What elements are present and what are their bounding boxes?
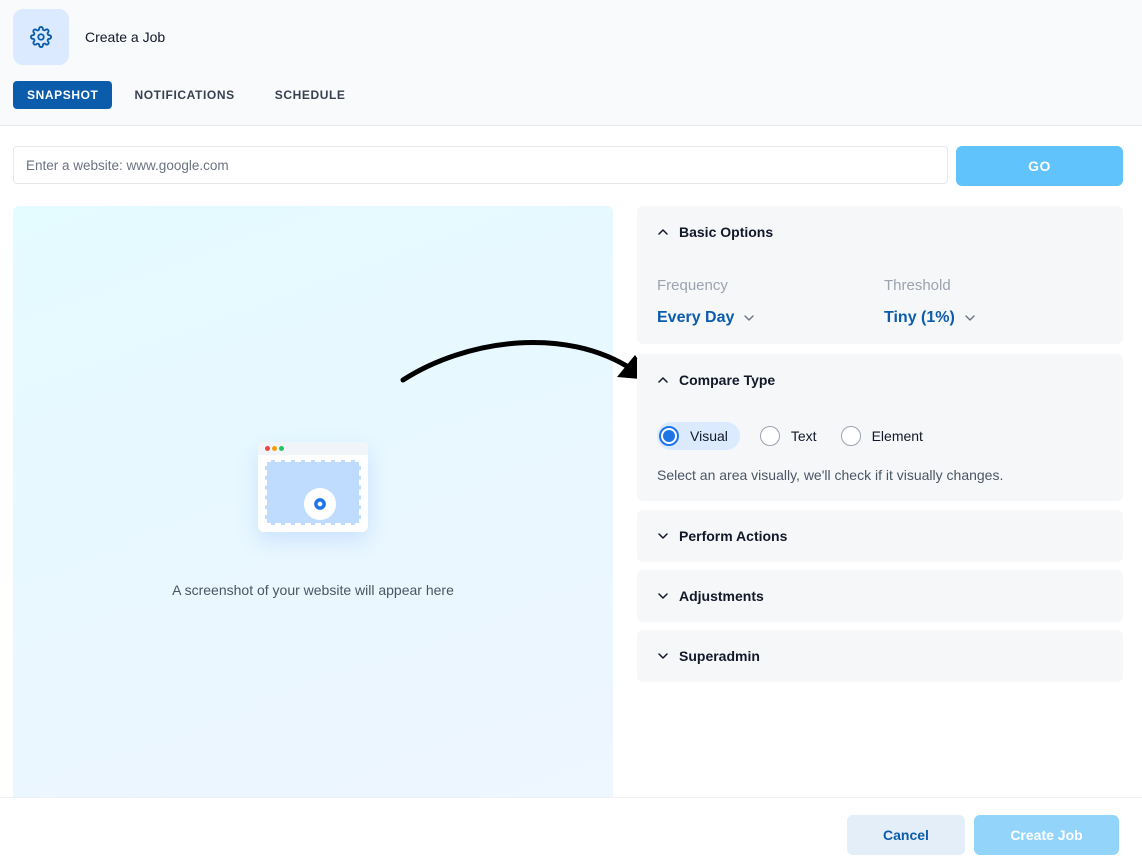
radio-element[interactable]: Element [840, 422, 935, 450]
adjustments-title: Adjustments [679, 588, 764, 604]
curved-arrow-icon [400, 339, 653, 383]
page-title: Create a Job [85, 29, 166, 45]
chevron-down-icon [743, 312, 755, 324]
perform-actions-title: Perform Actions [679, 528, 788, 544]
tab-schedule[interactable]: SCHEDULE [261, 81, 360, 109]
chevron-down-icon [657, 650, 669, 662]
superadmin-title: Superadmin [679, 648, 760, 664]
threshold-label: Threshold [884, 277, 951, 294]
radio-label: Text [790, 428, 817, 444]
frequency-select[interactable]: Every Day [657, 309, 755, 327]
website-url-input[interactable] [13, 146, 948, 184]
window-dot-red [265, 446, 270, 451]
chevron-down-icon [657, 590, 669, 602]
basic-options-header[interactable]: Basic Options [637, 206, 1123, 258]
radio-button [659, 426, 679, 446]
adjustments-header[interactable]: Adjustments [637, 570, 1123, 622]
basic-options-title: Basic Options [679, 224, 774, 240]
compare-type-title: Compare Type [679, 372, 776, 388]
compare-type-description: Select an area visually, we'll check if … [657, 467, 1004, 483]
create-job-button[interactable]: Create Job [974, 815, 1119, 855]
radio-button [759, 426, 780, 446]
adjustments-panel: Adjustments [637, 570, 1123, 622]
threshold-select[interactable]: Tiny (1%) [884, 309, 976, 327]
gear-icon[interactable] [13, 9, 69, 65]
tab-notifications[interactable]: NOTIFICATIONS [120, 81, 248, 109]
compare-type-panel: Compare Type Visual Text Element Select … [637, 354, 1123, 501]
cancel-button[interactable]: Cancel [847, 815, 965, 855]
basic-options-panel: Basic Options Frequency Every Day Thresh… [637, 206, 1123, 344]
perform-actions-header[interactable]: Perform Actions [637, 510, 1123, 562]
chevron-down-icon [964, 312, 976, 324]
radio-label: Visual [690, 428, 728, 444]
compare-type-header[interactable]: Compare Type [637, 354, 1123, 406]
create-job-page: Create a Job SNAPSHOT NOTIFICATIONS SCHE… [0, 0, 1142, 865]
superadmin-panel: Superadmin [637, 630, 1123, 682]
perform-actions-panel: Perform Actions [637, 510, 1123, 562]
screenshot-preview: A screenshot of your website will appear… [13, 206, 613, 798]
preview-message: A screenshot of your website will appear… [172, 582, 454, 598]
superadmin-header[interactable]: Superadmin [637, 630, 1123, 682]
frequency-label: Frequency [657, 277, 728, 294]
chevron-down-icon [657, 530, 669, 542]
radio-button [840, 426, 861, 446]
radio-label: Element [871, 428, 923, 444]
header: Create a Job SNAPSHOT NOTIFICATIONS SCHE… [0, 0, 1142, 126]
chevron-up-icon [657, 226, 669, 238]
radio-text[interactable]: Text [759, 422, 829, 450]
window-dot-green [279, 446, 284, 451]
radio-visual[interactable]: Visual [657, 422, 740, 450]
threshold-value: Tiny (1%) [884, 309, 955, 326]
go-button[interactable]: GO [956, 146, 1123, 186]
tab-bar: SNAPSHOT NOTIFICATIONS SCHEDULE [13, 81, 368, 109]
browser-bar [258, 442, 368, 455]
chevron-up-icon [657, 374, 669, 386]
selection-area [265, 460, 361, 525]
frequency-value: Every Day [657, 309, 735, 326]
tab-snapshot[interactable]: SNAPSHOT [13, 81, 113, 109]
footer: Cancel Create Job [0, 797, 1142, 865]
camera-icon [304, 488, 336, 520]
compare-type-options: Visual Text Element [657, 422, 935, 450]
browser-illustration [258, 442, 368, 532]
window-dot-yellow [272, 446, 277, 451]
